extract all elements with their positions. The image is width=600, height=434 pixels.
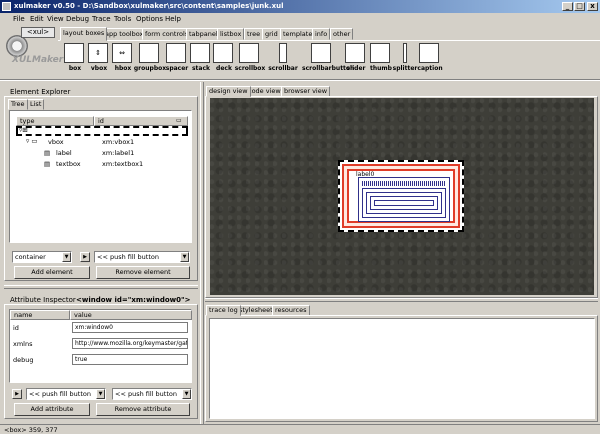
attr-fill-select-2[interactable]: << push fill button ▼: [112, 388, 192, 400]
chevron-down-icon: ▼: [182, 389, 191, 399]
app-icon: [2, 2, 11, 11]
remove-element-button[interactable]: Remove element: [96, 266, 190, 279]
inspected-element-tag: <window id="xm:window0">: [76, 296, 191, 304]
title-bar: xulmaker v0.50 - D:\Sandbox\xulmaker\src…: [0, 0, 600, 13]
column-picker-icon[interactable]: ▭: [176, 117, 182, 124]
palette-panel: box ⇕ vbox ⇔ hbox groupbox spacer stack …: [58, 40, 600, 76]
tree-row-id: xm:label1: [102, 149, 135, 157]
nested-outline: [362, 188, 446, 218]
tree-row-type[interactable]: vbox: [48, 138, 64, 146]
tree-row-type[interactable]: label: [56, 149, 72, 157]
tree-row-id: xm:vbox1: [102, 138, 135, 146]
tree-col-type[interactable]: type: [16, 116, 94, 126]
twisty-icon[interactable]: ▿ ▭: [26, 137, 37, 145]
right-splitter[interactable]: [205, 298, 598, 302]
scrollbar-icon: [279, 43, 287, 63]
tree-row-type[interactable]: textbox: [56, 160, 81, 168]
menu-debug[interactable]: Debug: [66, 15, 89, 23]
tab-form-controls[interactable]: form controls: [142, 28, 192, 40]
gear-icon: [6, 35, 28, 57]
remove-attribute-button[interactable]: Remove attribute: [96, 403, 190, 416]
nested-outline: [374, 200, 434, 206]
scrollbarbutton-icon: [311, 43, 331, 63]
textbox-preview[interactable]: [358, 177, 450, 222]
tab-template[interactable]: template: [280, 28, 316, 40]
menu-trace[interactable]: Trace: [92, 15, 111, 23]
chevron-down-icon: ▼: [96, 389, 105, 399]
attr-name: debug: [13, 356, 34, 364]
attr-fill-select-1[interactable]: << push fill button ▼: [26, 388, 106, 400]
attr-name: xmlns: [13, 340, 33, 348]
menu-tools[interactable]: Tools: [114, 15, 131, 23]
status-text: <box> 359, 377: [4, 426, 58, 434]
tab-listbox[interactable]: listbox: [217, 28, 245, 40]
minimize-button[interactable]: _: [562, 2, 573, 11]
menu-bar: File Edit View Debug Trace Tools Options…: [0, 13, 600, 25]
main-vertical-splitter[interactable]: [200, 82, 204, 424]
attr-name: id: [13, 324, 19, 332]
menu-file[interactable]: File: [13, 15, 25, 23]
tab-tree-view[interactable]: Tree: [8, 99, 28, 110]
tree-row-root-selected[interactable]: [16, 126, 188, 136]
element-tree[interactable]: type id ▭ ▿⊞ ▿ ▭ vbox xm:vbox1 ▤ label x…: [9, 110, 192, 243]
tree-col-id[interactable]: id: [94, 116, 188, 126]
attr-value-input[interactable]: http://www.mozilla.org/keymaster/gatekee…: [72, 338, 188, 349]
attr-col-value[interactable]: value: [70, 310, 192, 320]
element-type-select[interactable]: container ▼: [12, 251, 72, 263]
caption-icon: [419, 43, 439, 63]
tab-tabpanel[interactable]: tabpanel: [186, 28, 221, 40]
add-attribute-button[interactable]: Add attribute: [14, 403, 90, 416]
window-title: xulmaker v0.50 - D:\Sandbox\xulmaker\src…: [14, 2, 284, 10]
window-node-icon: ▿⊞: [19, 126, 28, 134]
attr-value-input[interactable]: xm:window0: [72, 322, 188, 333]
textbox-node-icon: ▤: [44, 160, 51, 168]
tab-grid[interactable]: grid: [262, 28, 281, 40]
menu-view[interactable]: View: [47, 15, 64, 23]
nested-outline: [370, 196, 438, 210]
scrollbox-icon: [239, 43, 259, 63]
attribute-inspector-title: Attribute Inspector: [10, 296, 76, 304]
chevron-down-icon: ▼: [62, 252, 71, 262]
nested-outline: [366, 192, 442, 214]
tab-info[interactable]: info: [312, 28, 331, 40]
tab-layout-boxes[interactable]: layout boxes: [60, 27, 108, 41]
push-fill-arrow-button[interactable]: ▶: [12, 389, 22, 399]
xulmaker-logo: <xul> XULMaker: [4, 27, 63, 71]
window-preview[interactable]: label0: [338, 160, 464, 232]
left-splitter[interactable]: [4, 285, 198, 289]
close-button[interactable]: x: [587, 2, 598, 11]
maximize-button[interactable]: □: [574, 2, 585, 11]
textbox-hatch: [362, 181, 446, 186]
tree-row-id: xm:textbox1: [102, 160, 144, 168]
palette-scrollbar[interactable]: scrollbar: [263, 43, 303, 75]
tab-other[interactable]: other: [330, 28, 354, 40]
menu-edit[interactable]: Edit: [30, 15, 44, 23]
push-fill-arrow-button[interactable]: ▶: [80, 252, 90, 262]
attr-value-input[interactable]: true: [72, 354, 188, 365]
attr-col-name[interactable]: name: [10, 310, 70, 320]
chevron-down-icon: ▼: [180, 252, 189, 262]
menu-help[interactable]: Help: [165, 15, 181, 23]
tab-app-toolbox[interactable]: app toolbox: [102, 28, 147, 40]
tab-trace-log[interactable]: trace log: [206, 305, 241, 316]
tab-design-view[interactable]: design view: [206, 86, 251, 97]
attribute-table[interactable]: name value id xm:window0 xmlns http://ww…: [9, 309, 192, 383]
label-node-icon: ▤: [44, 149, 51, 157]
hbox-icon: ⇔: [112, 43, 132, 63]
vbox-outline[interactable]: label0: [342, 164, 460, 228]
element-fill-select[interactable]: << push fill button ▼: [94, 251, 190, 263]
status-bar: <box> 359, 377: [0, 424, 600, 434]
menu-options[interactable]: Options: [136, 15, 163, 23]
trace-log-area[interactable]: [209, 318, 595, 419]
element-explorer-title: Element Explorer: [10, 88, 71, 96]
splitter-icon: [403, 43, 407, 63]
logo-tag: <xul>: [21, 27, 55, 38]
tab-tree[interactable]: tree: [244, 28, 264, 40]
toolbar-divider: [0, 79, 600, 81]
add-element-button[interactable]: Add element: [14, 266, 90, 279]
groupbox-icon: [139, 43, 159, 63]
design-canvas[interactable]: label0: [210, 98, 594, 295]
palette-caption[interactable]: caption: [410, 43, 450, 75]
tab-list-view[interactable]: List: [27, 99, 45, 110]
